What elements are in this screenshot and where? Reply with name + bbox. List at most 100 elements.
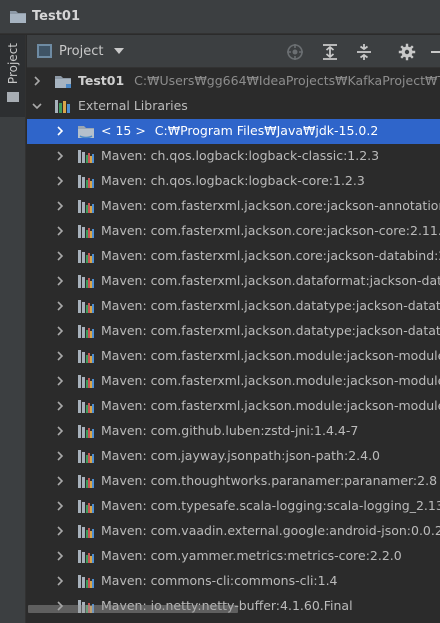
view-selector-dropdown[interactable]: Project xyxy=(37,43,125,59)
project-folder-icon xyxy=(10,10,26,23)
library-label: Maven: com.fasterxml.jackson.module:jack… xyxy=(101,348,440,363)
chevron-right-icon[interactable] xyxy=(31,75,43,87)
chevron-right-icon[interactable] xyxy=(54,350,66,362)
tree-row-library[interactable]: Maven: commons-cli:commons-cli:1.4 xyxy=(27,569,440,594)
locate-icon[interactable] xyxy=(286,43,304,61)
window-title: Test01 xyxy=(32,9,81,24)
library-label: Maven: com.fasterxml.jackson.module:jack… xyxy=(101,398,440,413)
maven-library-icon xyxy=(77,424,95,439)
library-label: Maven: com.typesafe.scala-logging:scala-… xyxy=(101,498,440,513)
library-label: Maven: commons-cli:commons-cli:1.4 xyxy=(101,573,338,588)
library-label: Maven: com.yammer.metrics:metrics-core:2… xyxy=(101,548,402,563)
chevron-right-icon[interactable] xyxy=(54,250,66,262)
maven-library-icon xyxy=(77,224,95,239)
library-label: Maven: com.fasterxml.jackson.core:jackso… xyxy=(101,248,440,263)
chevron-right-icon[interactable] xyxy=(54,525,66,537)
project-view-icon xyxy=(37,44,52,58)
expand-all-icon[interactable] xyxy=(321,43,339,61)
chevron-right-icon[interactable] xyxy=(54,400,66,412)
horizontal-scrollbar[interactable] xyxy=(28,605,238,613)
project-path: C:₩Users₩gg664₩IdeaProjects₩KafkaProject… xyxy=(134,73,440,88)
chevron-right-icon[interactable] xyxy=(54,200,66,212)
library-label: Maven: com.fasterxml.jackson.dataformat:… xyxy=(101,273,440,288)
tree-row-library[interactable]: Maven: com.typesafe.scala-logging:scala-… xyxy=(27,494,440,519)
library-label: Maven: com.fasterxml.jackson.core:jackso… xyxy=(101,223,440,238)
tree-row-library[interactable]: Maven: com.fasterxml.jackson.core:jackso… xyxy=(27,219,440,244)
tree-row-library[interactable]: Maven: com.fasterxml.jackson.datatype:ja… xyxy=(27,294,440,319)
tree-row-library[interactable]: Maven: ch.qos.logback:logback-core:1.2.3 xyxy=(27,169,440,194)
maven-library-icon xyxy=(77,499,95,514)
tree-row-library[interactable]: Maven: com.fasterxml.jackson.module:jack… xyxy=(27,394,440,419)
project-toolbar: Project xyxy=(27,35,440,68)
maven-library-icon xyxy=(77,324,95,339)
maven-library-icon xyxy=(77,549,95,564)
chevron-right-icon[interactable] xyxy=(54,275,66,287)
library-label: Maven: com.thoughtworks.paranamer:parana… xyxy=(101,473,438,488)
tree-row-library[interactable]: Maven: com.fasterxml.jackson.module:jack… xyxy=(27,344,440,369)
minimize-icon[interactable] xyxy=(427,43,440,61)
project-tool-tab[interactable]: Project xyxy=(0,35,25,117)
gear-icon[interactable] xyxy=(398,43,416,61)
project-tool-window-icon xyxy=(6,92,19,103)
maven-library-icon xyxy=(77,299,95,314)
library-icon xyxy=(54,99,72,114)
tree-row-library[interactable]: Maven: com.github.luben:zstd-jni:1.4.4-7 xyxy=(27,419,440,444)
maven-library-icon xyxy=(77,249,95,264)
project-name: Test01 xyxy=(78,73,125,88)
maven-library-icon xyxy=(77,399,95,414)
module-folder-icon xyxy=(54,74,72,89)
chevron-right-icon[interactable] xyxy=(54,450,66,462)
chevron-right-icon[interactable] xyxy=(54,425,66,437)
maven-library-icon xyxy=(77,374,95,389)
chevron-right-icon[interactable] xyxy=(54,500,66,512)
tree-row-library[interactable]: Maven: com.fasterxml.jackson.core:jackso… xyxy=(27,244,440,269)
window-titlebar: Test01 xyxy=(0,0,440,34)
chevron-right-icon[interactable] xyxy=(54,575,66,587)
maven-library-icon xyxy=(77,449,95,464)
tree-row-library[interactable]: Maven: com.fasterxml.jackson.datatype:ja… xyxy=(27,319,440,344)
library-label: Maven: ch.qos.logback:logback-core:1.2.3 xyxy=(101,173,365,188)
maven-library-icon xyxy=(77,474,95,489)
library-label: Maven: ch.qos.logback:logback-classic:1.… xyxy=(101,148,380,163)
tree-row-library[interactable]: Maven: ch.qos.logback:logback-classic:1.… xyxy=(27,144,440,169)
tree-row-library[interactable]: Maven: com.fasterxml.jackson.core:jackso… xyxy=(27,194,440,219)
chevron-right-icon[interactable] xyxy=(54,150,66,162)
jdk-row-text: < 15 > C:₩Program Files₩Java₩jdk-15.0.2 xyxy=(101,123,378,138)
jdk-folder-icon xyxy=(77,124,95,139)
view-selector-label: Project xyxy=(59,43,104,59)
maven-library-icon xyxy=(77,199,95,214)
tree-row-external-libraries[interactable]: External Libraries xyxy=(27,94,440,119)
chevron-right-icon[interactable] xyxy=(54,375,66,387)
chevron-right-icon[interactable] xyxy=(54,125,66,137)
maven-library-icon xyxy=(77,349,95,364)
collapse-all-icon[interactable] xyxy=(355,43,373,61)
library-label: Maven: com.fasterxml.jackson.core:jackso… xyxy=(101,198,440,213)
library-label: Maven: com.fasterxml.jackson.module:jack… xyxy=(101,373,440,388)
tree-row-library[interactable]: Maven: com.yammer.metrics:metrics-core:2… xyxy=(27,544,440,569)
library-label: Maven: com.fasterxml.jackson.datatype:ja… xyxy=(101,323,440,338)
chevron-right-icon[interactable] xyxy=(54,550,66,562)
tree-row-jdk[interactable]: < 15 > C:₩Program Files₩Java₩jdk-15.0.2 xyxy=(27,119,440,144)
chevron-right-icon[interactable] xyxy=(54,225,66,237)
chevron-right-icon[interactable] xyxy=(54,175,66,187)
tree-row-project[interactable]: Test01 C:₩Users₩gg664₩IdeaProjects₩Kafka… xyxy=(27,69,440,94)
chevron-right-icon[interactable] xyxy=(54,325,66,337)
tree-row-library[interactable]: Maven: com.thoughtworks.paranamer:parana… xyxy=(27,469,440,494)
project-row-text: Test01 C:₩Users₩gg664₩IdeaProjects₩Kafka… xyxy=(78,73,440,88)
library-label: Maven: com.github.luben:zstd-jni:1.4.4-7 xyxy=(101,423,359,438)
tree-row-library[interactable]: Maven: com.vaadin.external.google:androi… xyxy=(27,519,440,544)
jdk-path: C:₩Program Files₩Java₩jdk-15.0.2 xyxy=(154,123,379,138)
tree-row-library[interactable]: Maven: com.fasterxml.jackson.dataformat:… xyxy=(27,269,440,294)
project-tool-tab-label: Project xyxy=(5,43,20,85)
left-tool-strip: Project xyxy=(0,35,26,623)
project-tree: Test01 C:₩Users₩gg664₩IdeaProjects₩Kafka… xyxy=(27,69,440,623)
maven-library-icon xyxy=(77,149,95,164)
chevron-down-icon xyxy=(114,48,125,54)
chevron-down-icon[interactable] xyxy=(31,100,43,112)
maven-library-icon xyxy=(77,524,95,539)
chevron-right-icon[interactable] xyxy=(54,475,66,487)
chevron-right-icon[interactable] xyxy=(54,300,66,312)
tree-row-library[interactable]: Maven: com.jayway.jsonpath:json-path:2.4… xyxy=(27,444,440,469)
maven-library-icon xyxy=(77,174,95,189)
tree-row-library[interactable]: Maven: com.fasterxml.jackson.module:jack… xyxy=(27,369,440,394)
